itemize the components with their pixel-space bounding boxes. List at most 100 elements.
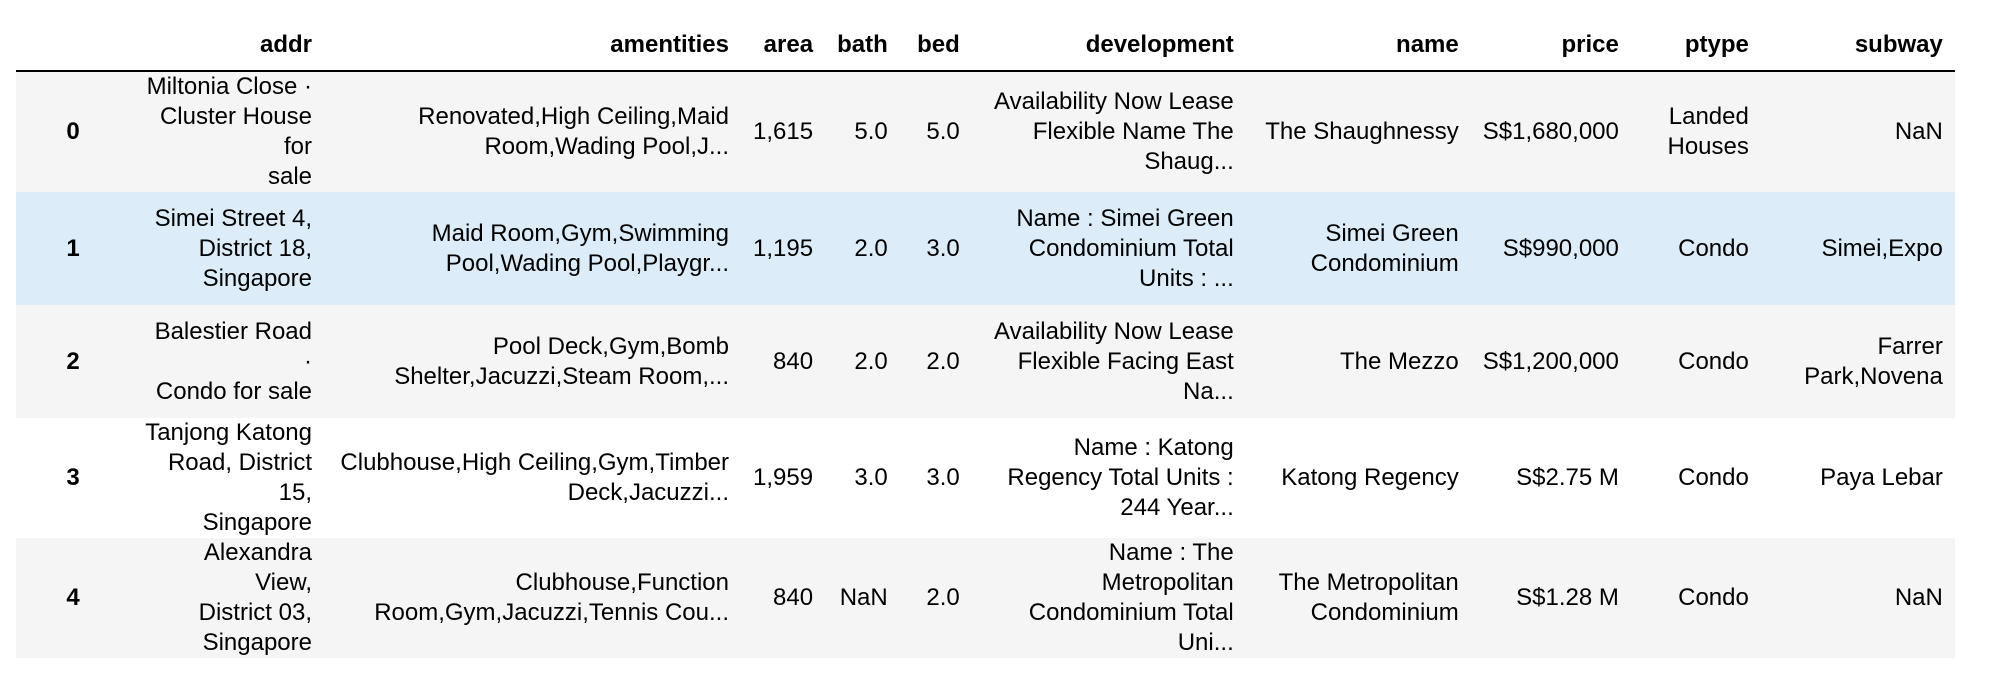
cell-line: Name : The [1108, 539, 1234, 566]
cell-ptype-text: Condo [1678, 234, 1749, 264]
cell-bed: 2.0 [926, 347, 960, 375]
table-row[interactable]: 1 Simei Street 4, District 18, Singapore Mai… [16, 192, 1955, 305]
cell-bath: NaN [839, 584, 888, 611]
cell-subway: NaN [1761, 538, 1955, 658]
cell-line: The Metropolitan [1278, 569, 1459, 596]
cell-line: Uni... [1177, 629, 1234, 656]
cell-bath: 2.0 [854, 347, 888, 375]
cell-subway-text: NaN [1895, 583, 1943, 613]
cell-ptype-text: Condo [1678, 583, 1749, 613]
cell-line: Renovated,High Ceiling,Maid [418, 103, 729, 130]
cell-subway-text: Simei,Expo [1821, 234, 1942, 264]
cell-line: Simei,Expo [1821, 234, 1943, 262]
cell-line: Condominium Total [1028, 234, 1234, 262]
cell-amentities-text: Clubhouse,High Ceiling,Gym,Timber Deck,Ja… [340, 448, 729, 508]
cell-ptype-text: Landed Houses [1667, 102, 1748, 162]
cell-ptype-text: Condo [1678, 347, 1749, 377]
cell-amentities: Renovated,High Ceiling,Maid Room,Wading P… [324, 71, 741, 192]
cell-addr-text: Alexandra View, District 03, Singapore [142, 538, 312, 658]
column-header-area: area [741, 0, 826, 72]
cell-price: S$2.75 M [1516, 464, 1619, 491]
cell-line: The Mezzo [1340, 347, 1459, 375]
cell-ptype: Condo [1631, 418, 1761, 538]
cell-name-text: The Shaughnessy [1265, 117, 1458, 147]
cell-line: NaN [1894, 584, 1943, 611]
cell-area: 1,959 [753, 464, 814, 491]
cell-bed: 3.0 [926, 464, 960, 491]
cell-name-text: Simei Green Condominium [1311, 219, 1459, 279]
cell-development: Name : The Metropolitan Condominium Total U… [972, 538, 1246, 658]
cell-name-text: The Metropolitan Condominium [1279, 568, 1459, 628]
cell-bed: 5.0 [926, 118, 960, 145]
cell-addr-text: Simei Street 4, District 18, Singapore [155, 204, 312, 294]
cell-line: Singapore [202, 264, 312, 292]
cell-addr-text: Balestier Road · Condo for sale [142, 317, 312, 407]
cell-bed: 3.0 [926, 234, 960, 262]
cell-line: Condo [1678, 464, 1749, 491]
cell-line: Name : Katong [1073, 434, 1234, 461]
cell-line: Katong Regency [1281, 464, 1459, 491]
cell-amentities-text: Clubhouse,Function Room,Gym,Jacuzzi,Tenni… [374, 568, 729, 628]
cell-subway-text: Paya Lebar [1820, 463, 1943, 493]
cell-line: Tanjong Katong [145, 419, 312, 446]
cell-line: Room,Wading Pool,J... [484, 133, 729, 160]
cell-amentities: Clubhouse,High Ceiling,Gym,Timber Deck,Ja… [324, 418, 741, 538]
cell-line: Singapore [202, 629, 312, 656]
table-body: 0 Miltonia Close · Cluster House for sale Re… [16, 71, 1955, 658]
cell-line: Availability Now Lease [994, 88, 1234, 115]
cell-development-text: Name : Simei Green Condominium Total Units… [1016, 204, 1233, 294]
cell-line: Singapore [202, 509, 312, 536]
cell-development-text: Name : The Metropolitan Condominium Total U… [1029, 538, 1234, 658]
cell-line: Condominium [1310, 249, 1459, 277]
table-row[interactable]: 3 Tanjong Katong Road, District 15, Singapo… [16, 418, 1955, 538]
cell-line: NaN [1894, 118, 1943, 145]
column-header-ptype: ptype [1630, 0, 1761, 72]
cell-area: 840 [773, 347, 814, 375]
cell-name: The Shaughnessy [1246, 71, 1471, 192]
cell-area: 1,615 [753, 118, 814, 145]
cell-line: Name : Simei Green [1016, 204, 1234, 232]
cell-amentities: Maid Room,Gym,Swimming Pool,Wading Pool,P… [324, 192, 741, 305]
cell-line: Regency Total Units : [1007, 464, 1234, 491]
table-row[interactable]: 4 Alexandra View, District 03, Singapore Clu… [16, 538, 1955, 658]
cell-line: Pool Deck,Gym,Bomb [492, 332, 729, 360]
table-header: addr amentities area bath bed developmen… [16, 0, 1955, 72]
cell-price: S$990,000 [1502, 234, 1619, 262]
cell-line: Cluster House for [159, 103, 312, 160]
cell-line: Condo [1678, 584, 1749, 611]
cell-development: Availability Now Lease Flexible Facing Ea… [972, 305, 1246, 418]
cell-line: Houses [1667, 133, 1749, 160]
cell-development: Availability Now Lease Flexible Name The S… [972, 71, 1246, 192]
cell-name-text: Katong Regency [1281, 463, 1458, 493]
cell-amentities-text: Maid Room,Gym,Swimming Pool,Wading Pool,P… [432, 219, 729, 279]
cell-line: Flexible Name The [1032, 118, 1234, 145]
cell-bath: 2.0 [854, 234, 888, 262]
header-row: addr amentities area bath bed developmen… [16, 0, 1955, 72]
cell-amentities: Pool Deck,Gym,Bomb Shelter,Jacuzzi,Steam … [324, 305, 741, 418]
cell-bath: 5.0 [854, 118, 888, 145]
cell-amentities: Clubhouse,Function Room,Gym,Jacuzzi,Tenni… [324, 538, 741, 658]
cell-line: Maid Room,Gym,Swimming [431, 219, 729, 247]
cell-amentities-text: Renovated,High Ceiling,Maid Room,Wading P… [418, 102, 729, 162]
cell-name: The Metropolitan Condominium [1246, 538, 1471, 658]
column-header-name: name [1245, 0, 1471, 72]
cell-name: Katong Regency [1246, 418, 1471, 538]
index-header [16, 0, 130, 72]
cell-price: S$1,200,000 [1482, 347, 1619, 375]
cell-line: Park,Novena [1804, 362, 1943, 390]
cell-line: Miltonia Close · [146, 73, 312, 100]
column-header-addr: addr [130, 0, 324, 72]
cell-subway: Paya Lebar [1761, 418, 1955, 538]
cell-line: Condominium [1310, 599, 1459, 626]
table-row[interactable]: 2 Balestier Road · Condo for sale Pool Deck… [16, 305, 1955, 418]
table-row[interactable]: 0 Miltonia Close · Cluster House for sale Re… [16, 71, 1955, 192]
cell-addr-text: Tanjong Katong Road, District 15, Singapor… [142, 418, 312, 538]
cell-price: S$1.28 M [1516, 584, 1619, 611]
row-index: 3 [66, 464, 80, 491]
cell-development-text: Availability Now Lease Flexible Facing Ea… [994, 317, 1234, 407]
cell-line: Pool,Wading Pool,Playgr... [445, 249, 729, 277]
cell-line: Shelter,Jacuzzi,Steam Room,... [394, 362, 729, 390]
cell-line: Simei Street 4, [154, 204, 312, 232]
cell-line: Availability Now Lease [994, 317, 1234, 345]
cell-line: Na... [1183, 377, 1234, 405]
